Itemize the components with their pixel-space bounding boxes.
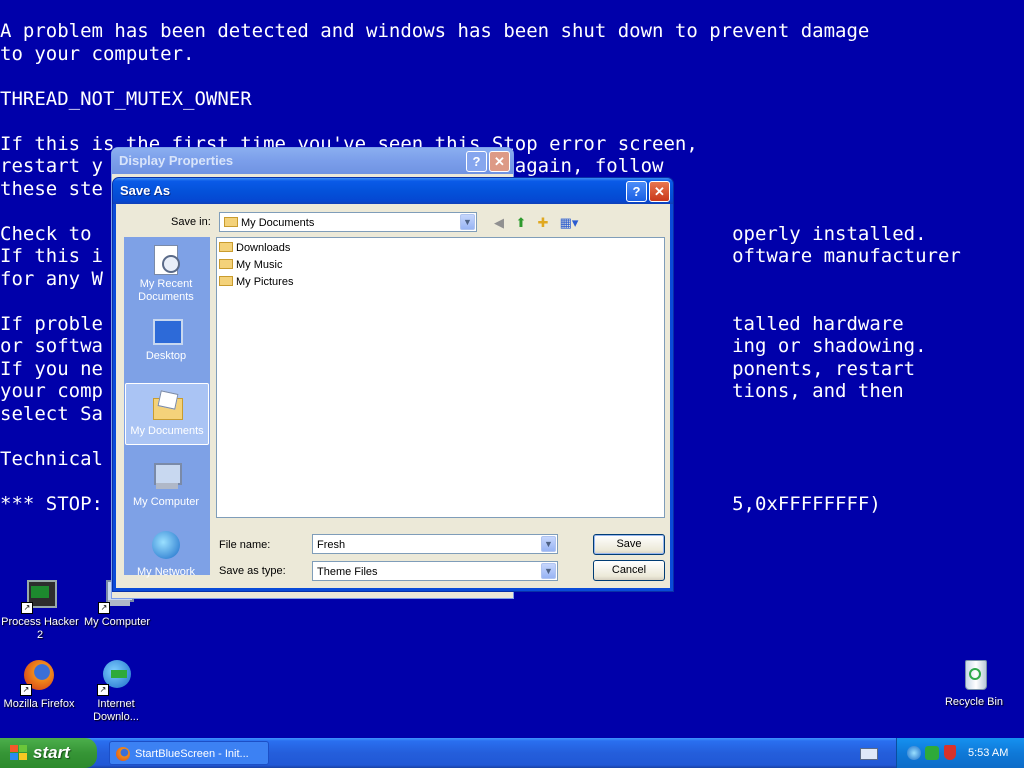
file-name: My Pictures bbox=[236, 276, 294, 288]
help-button[interactable]: ? bbox=[626, 181, 647, 202]
recycle-bin-icon bbox=[957, 658, 991, 692]
display-properties-titlebar[interactable]: Display Properties ? ✕ bbox=[112, 148, 513, 174]
network-icon bbox=[150, 531, 182, 563]
save-as-type-value: Theme Files bbox=[317, 566, 378, 578]
save-in-label: Save in: bbox=[171, 216, 211, 228]
file-name: My Music bbox=[236, 259, 283, 271]
desktop-icon-label: Mozilla Firefox bbox=[3, 698, 75, 710]
file-list[interactable]: Downloads My Music My Pictures bbox=[216, 237, 665, 518]
windows-logo-icon bbox=[10, 745, 28, 761]
save-in-value: My Documents bbox=[241, 217, 315, 229]
place-my-documents[interactable]: My Documents bbox=[125, 383, 209, 445]
desktop-icon-label: Recycle Bin bbox=[944, 696, 1004, 708]
place-desktop[interactable]: Desktop bbox=[125, 315, 207, 363]
network-tray-icon[interactable] bbox=[907, 746, 921, 760]
desktop-icon-label: My Computer bbox=[83, 616, 151, 628]
computer-icon bbox=[150, 461, 182, 493]
folder-icon bbox=[219, 242, 233, 252]
start-button[interactable]: start bbox=[0, 738, 97, 768]
window-title: Display Properties bbox=[119, 153, 234, 168]
desktop-icon-label: Process Hacker 2 bbox=[1, 616, 79, 641]
place-my-network[interactable]: My Network bbox=[125, 531, 207, 579]
new-folder-icon[interactable]: ✚ bbox=[534, 215, 552, 231]
download-tray-icon[interactable] bbox=[925, 746, 939, 760]
chevron-down-icon[interactable]: ▼ bbox=[460, 214, 475, 230]
bsod-line: A problem has been detected and windows … bbox=[0, 20, 870, 42]
save-as-titlebar[interactable]: Save As ? ✕ bbox=[113, 178, 673, 204]
toolbar: ◀ ⬆ ✚ ▦▾ bbox=[490, 212, 590, 234]
desktop-icon-label: Internet Downlo... bbox=[93, 698, 139, 723]
task-label: StartBlueScreen - Init... bbox=[135, 748, 249, 760]
chevron-down-icon[interactable]: ▼ bbox=[541, 536, 556, 552]
taskbar-button-startbluescreen[interactable]: StartBlueScreen - Init... bbox=[109, 741, 269, 765]
bsod-line bbox=[0, 110, 1024, 133]
list-item[interactable]: Downloads bbox=[219, 240, 290, 257]
save-in-dropdown[interactable]: My Documents ▼ bbox=[219, 212, 477, 232]
place-my-recent-documents[interactable]: My Recent Documents bbox=[125, 243, 207, 304]
list-item[interactable]: My Music bbox=[219, 257, 282, 274]
desktop-icon-internet-download[interactable]: ↗ Internet Downlo... bbox=[76, 660, 156, 724]
process-hacker-icon: ↗ bbox=[21, 578, 57, 614]
place-label: Desktop bbox=[145, 350, 187, 362]
download-manager-icon: ↗ bbox=[97, 660, 133, 696]
security-shield-icon[interactable] bbox=[944, 745, 956, 760]
help-button[interactable]: ? bbox=[466, 151, 487, 172]
file-name: Downloads bbox=[236, 242, 291, 254]
place-label: My Documents bbox=[130, 425, 204, 437]
desktop-icon-recycle-bin[interactable]: Recycle Bin bbox=[934, 658, 1014, 709]
close-button[interactable]: ✕ bbox=[649, 181, 670, 202]
file-name-label: File name: bbox=[219, 539, 271, 551]
folder-icon bbox=[219, 276, 233, 286]
place-label: My Computer bbox=[132, 496, 200, 508]
bsod-line bbox=[0, 65, 1024, 88]
save-as-dialog[interactable]: Save As ? ✕ Save in: My Documents ▼ ◀ ⬆ … bbox=[112, 177, 674, 592]
recent-documents-icon bbox=[150, 243, 182, 275]
back-icon[interactable]: ◀ bbox=[490, 215, 508, 231]
place-my-computer[interactable]: My Computer bbox=[125, 461, 207, 509]
clock[interactable]: 5:53 AM bbox=[968, 738, 1008, 768]
system-tray: 5:53 AM bbox=[896, 738, 1024, 768]
save-as-body: Save in: My Documents ▼ ◀ ⬆ ✚ ▦▾ My Rece… bbox=[116, 204, 670, 588]
bsod-line: THREAD_NOT_MUTEX_OWNER bbox=[0, 87, 252, 110]
place-label: My Network bbox=[136, 566, 196, 578]
cancel-button[interactable]: Cancel bbox=[593, 560, 665, 581]
save-as-type-dropdown[interactable]: Theme Files ▼ bbox=[312, 561, 558, 581]
firefox-icon: ↗ bbox=[20, 660, 56, 696]
chevron-down-icon[interactable]: ▼ bbox=[541, 563, 556, 579]
list-item[interactable]: My Pictures bbox=[219, 274, 293, 291]
start-label: start bbox=[33, 743, 70, 762]
keyboard-icon[interactable] bbox=[860, 748, 878, 760]
places-bar: My Recent Documents Desktop My Documents bbox=[124, 237, 210, 578]
desktop-icon-firefox[interactable]: ↗ Mozilla Firefox bbox=[0, 660, 79, 711]
views-menu-icon[interactable]: ▦▾ bbox=[556, 215, 582, 231]
file-name-value: Fresh bbox=[317, 539, 346, 551]
window-title: Save As bbox=[120, 183, 171, 198]
my-documents-icon bbox=[151, 390, 183, 422]
firefox-icon bbox=[116, 747, 130, 761]
save-button[interactable]: Save bbox=[593, 534, 665, 555]
bsod-line: to your computer. bbox=[0, 42, 195, 65]
save-as-type-label: Save as type: bbox=[219, 565, 286, 577]
folder-icon bbox=[219, 259, 233, 269]
taskbar: start StartBlueScreen - Init... 5:53 AM bbox=[0, 738, 1024, 768]
my-documents-icon bbox=[224, 217, 238, 227]
close-button[interactable]: ✕ bbox=[489, 151, 510, 172]
file-name-field[interactable]: Fresh ▼ bbox=[312, 534, 558, 554]
desktop-icon bbox=[150, 315, 183, 347]
desktop-icon-process-hacker[interactable]: ↗ Process Hacker 2 bbox=[0, 578, 80, 642]
place-label: My Recent Documents bbox=[138, 278, 194, 303]
up-folder-icon[interactable]: ⬆ bbox=[512, 215, 530, 231]
